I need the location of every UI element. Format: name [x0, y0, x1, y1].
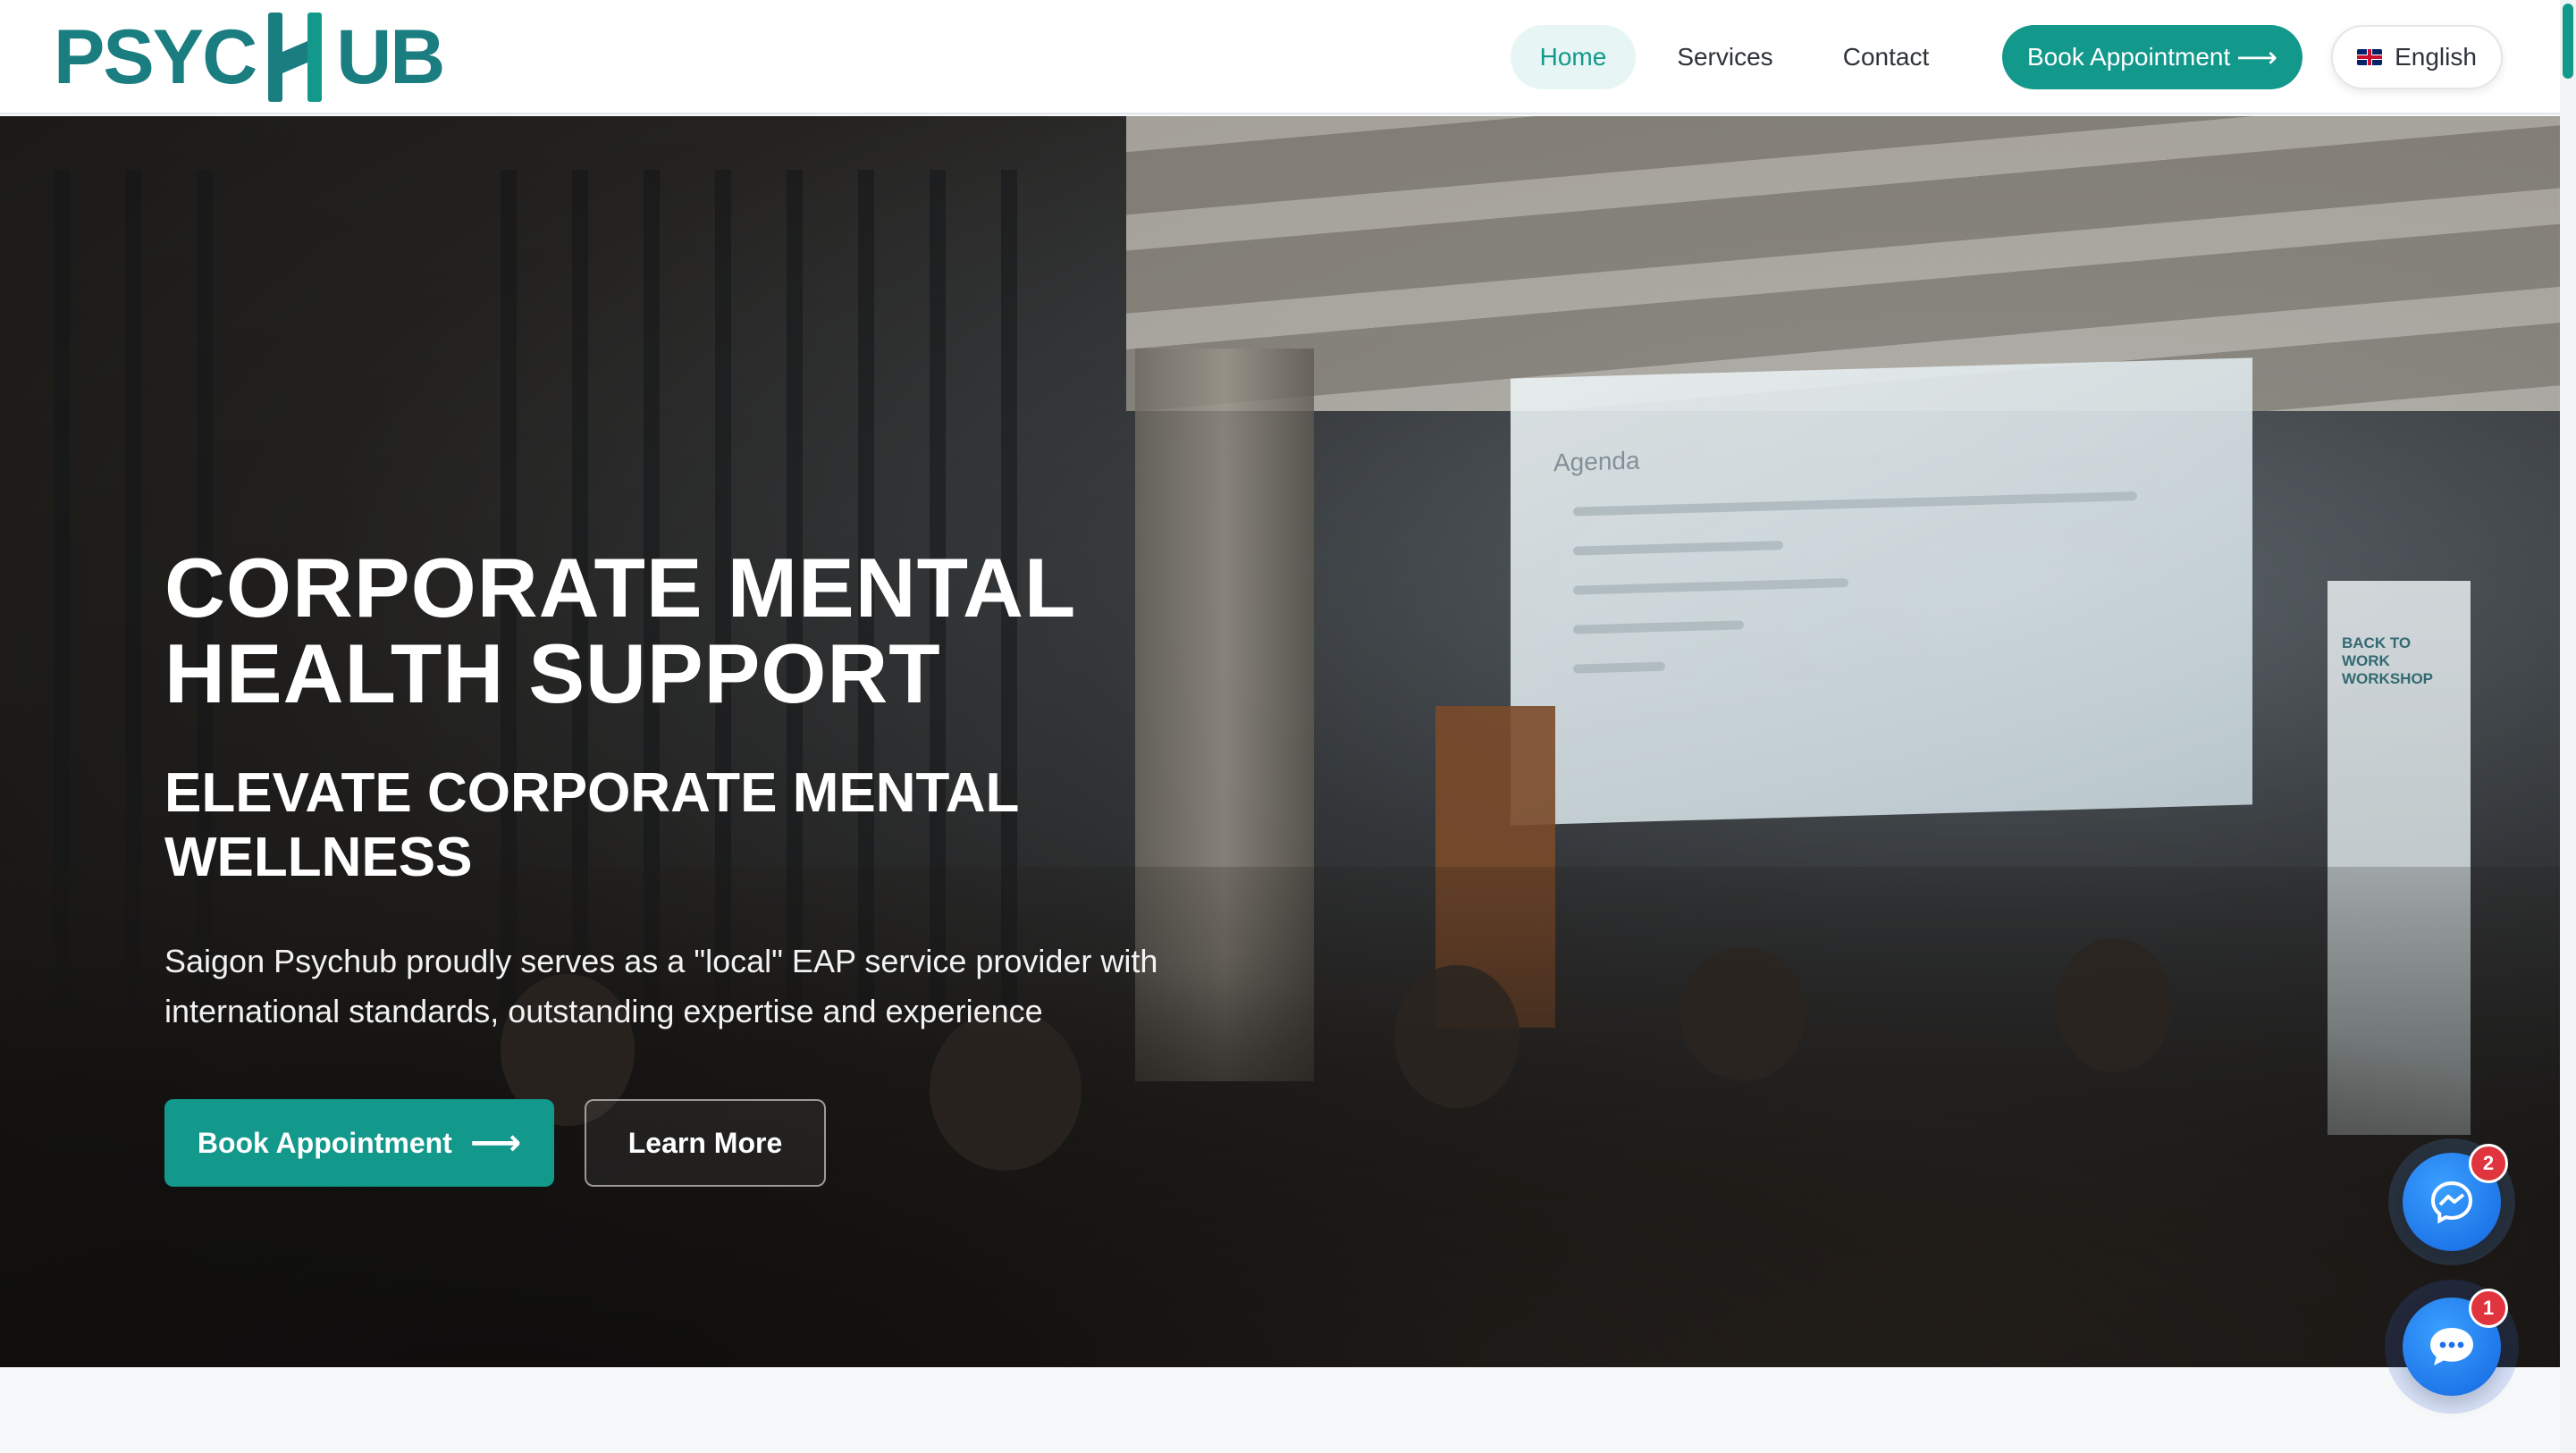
hero-actions: Book Appointment ⟶ Learn More: [164, 1099, 1237, 1187]
live-chat-button[interactable]: 1: [2403, 1289, 2508, 1396]
logo-h-mark-icon: [263, 9, 329, 105]
scrollbar-thumb[interactable]: [2563, 4, 2573, 79]
chat-bubble-icon: [2430, 1328, 2473, 1365]
hero-subtitle: ELEVATE CORPORATE MENTAL WELLNESS: [164, 762, 1019, 888]
chat-badge: 1: [2469, 1289, 2508, 1328]
logo-text-right: UB: [336, 13, 445, 100]
hero-book-label: Book Appointment: [197, 1126, 452, 1159]
messenger-badge: 2: [2469, 1144, 2508, 1183]
nav-services-link[interactable]: Services: [1663, 25, 1788, 89]
messenger-chat-button[interactable]: 2: [2403, 1144, 2508, 1251]
banner-text: BACK TO WORK WORKSHOP: [2342, 634, 2433, 687]
screen-heading: Agenda: [1553, 446, 1640, 477]
page-scrollbar[interactable]: [2560, 0, 2576, 1453]
language-label: English: [2395, 43, 2477, 71]
nav-contact-link[interactable]: Contact: [1823, 25, 1949, 89]
psychub-logo[interactable]: PSYC UB: [54, 9, 445, 105]
top-navbar: PSYC UB Home Services Contact Book Appoi…: [0, 0, 2560, 114]
nav-home-link[interactable]: Home: [1511, 25, 1636, 89]
nav-book-appointment-button[interactable]: Book Appointment ⟶: [2002, 25, 2302, 89]
hero-title: CORPORATE MENTAL HEALTH SUPPORT: [164, 541, 1075, 720]
hero-section: Agenda BACK TO WORK WORKSHOP CORPORATE M…: [0, 116, 2560, 1367]
hero-description: Saigon Psychub proudly serves as a "loca…: [164, 943, 1158, 1029]
presentation-screen: Agenda: [1511, 357, 2252, 826]
uk-flag-icon: [2357, 49, 2383, 65]
nav-book-label: Book Appointment: [2027, 43, 2231, 71]
arrow-right-icon: ⟶: [2236, 41, 2277, 73]
language-selector[interactable]: English: [2331, 25, 2503, 89]
hero-book-appointment-button[interactable]: Book Appointment ⟶: [164, 1099, 554, 1187]
arrow-right-icon: ⟶: [469, 1123, 522, 1163]
hero-learn-more-button[interactable]: Learn More: [585, 1099, 826, 1187]
hero-content: CORPORATE MENTAL HEALTH SUPPORT ELEVATE …: [164, 545, 1237, 1187]
messenger-icon: [2430, 1180, 2473, 1224]
logo-text-left: PSYC: [54, 13, 257, 100]
